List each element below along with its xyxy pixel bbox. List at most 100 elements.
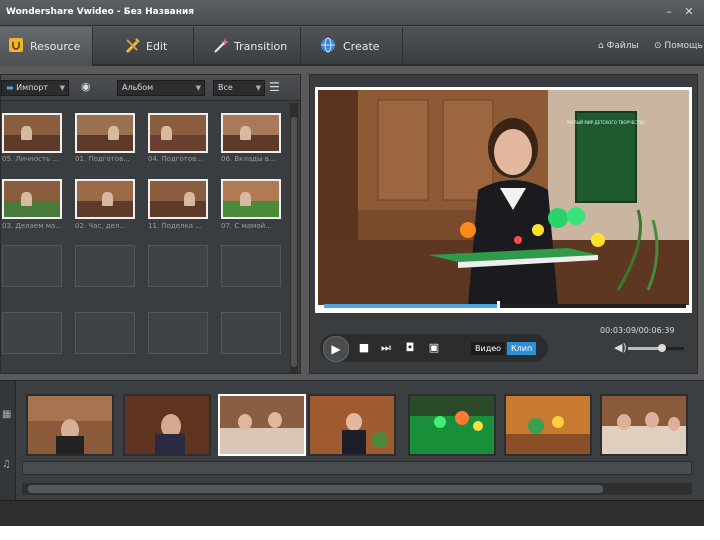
empty-slot [2, 312, 62, 354]
clip-thumbnail [220, 396, 304, 454]
next-frame-button[interactable]: ⏭ [378, 340, 394, 356]
board-text: МИЛЫЙ МИР ДЕТСКОГО ТВОРЧЕСТВА [567, 120, 645, 125]
media-caption: 05. Личность ... [2, 155, 60, 163]
help-link[interactable]: ⊙ Помощь [654, 41, 703, 51]
timeline-clip[interactable] [408, 394, 496, 456]
close-button[interactable]: ✕ [682, 5, 696, 19]
media-caption: 11. Поделка ... [148, 222, 202, 230]
timeline-clip[interactable] [504, 394, 592, 456]
progress-handle[interactable] [496, 301, 500, 311]
media-caption: 03. Делаем ма... [2, 222, 62, 230]
camera-record-button[interactable]: ◉ [81, 80, 95, 94]
home-icon: ⌂ [598, 41, 604, 51]
media-thumbnail[interactable] [221, 113, 281, 153]
media-thumbnail[interactable] [148, 179, 208, 219]
fast-forward-icon: ⏭ [381, 341, 391, 354]
clip-thumbnail [602, 396, 686, 454]
empty-slot [148, 312, 208, 354]
empty-slot [221, 312, 281, 354]
snapshot-button[interactable]: ◘ [402, 340, 418, 356]
scrollbar-thumb[interactable] [28, 485, 603, 493]
resource-icon [9, 38, 23, 52]
timeline-clip[interactable] [26, 394, 114, 456]
track-labels: ▦ ♫ [0, 381, 16, 501]
timeline-clip[interactable] [600, 394, 688, 456]
media-caption: 01. Подготов... [75, 155, 130, 163]
timeline-clip[interactable] [308, 394, 396, 456]
tab-label: Transition [234, 40, 288, 53]
volume-icon[interactable]: ◀) [614, 341, 627, 354]
empty-slot [75, 312, 135, 354]
sort-button[interactable]: ☰ [269, 79, 285, 95]
sort-icon: ☰ [269, 80, 280, 94]
preview-panel: МИЛЫЙ МИР ДЕТСКОГО ТВОРЧЕСТВА 00:03:09/0… [309, 74, 698, 374]
minimize-button[interactable]: – [662, 5, 676, 19]
empty-slot [148, 245, 208, 287]
timeline-clip[interactable] [123, 394, 211, 456]
tab-create[interactable]: Create [302, 27, 403, 66]
chevron-down-icon: ▼ [59, 84, 65, 92]
filter-label: Все [218, 83, 233, 92]
page-margin [0, 526, 720, 540]
webcam-icon: ◉ [81, 80, 91, 93]
scrollbar-thumb[interactable] [291, 117, 297, 367]
play-button[interactable]: ▶ [323, 336, 349, 362]
title-bar: Wondershare Vwideo - Без Названия – ✕ [0, 0, 704, 26]
album-dropdown[interactable]: Альбом ▼ [117, 80, 205, 96]
video-track-icon: ▦ [2, 409, 12, 420]
fullscreen-button[interactable]: ▣ [426, 340, 442, 356]
media-caption: 07. С мамой... [221, 222, 272, 230]
window-title: Wondershare Vwideo - Без Названия [6, 7, 195, 17]
clip-thumbnail [410, 396, 494, 454]
play-icon: ▶ [331, 342, 341, 356]
media-caption: 02. Час, дел... [75, 222, 127, 230]
media-thumbnail[interactable] [2, 179, 62, 219]
audio-track[interactable] [22, 461, 692, 475]
media-thumbnail[interactable] [2, 113, 62, 153]
stop-button[interactable]: ■ [356, 340, 372, 356]
video-preview[interactable]: МИЛЫЙ МИР ДЕТСКОГО ТВОРЧЕСТВА [315, 87, 692, 313]
help-icon: ⊙ [654, 41, 662, 51]
media-thumbnail[interactable] [148, 113, 208, 153]
media-scrollbar[interactable] [290, 103, 298, 373]
import-label: Импорт [16, 83, 48, 92]
media-thumbnail[interactable] [75, 179, 135, 219]
magic-wand-icon [214, 38, 229, 53]
media-thumbnail[interactable] [75, 113, 135, 153]
mode-clip-button[interactable]: Клип [507, 342, 537, 355]
camera-icon: ◘ [405, 341, 415, 354]
timeline-scrollbar[interactable] [22, 483, 692, 495]
tab-resource[interactable]: Resource [0, 27, 93, 66]
import-dropdown[interactable]: ▬ Импорт ▼ [1, 80, 69, 96]
tab-transition[interactable]: Transition [195, 27, 301, 66]
tab-label: Create [343, 40, 380, 53]
clip-thumbnail [125, 396, 209, 454]
media-library-panel: ▬ Импорт ▼ ◉ Альбом ▼ Все ▼ ☰ 05. Личнос… [0, 74, 301, 374]
filter-dropdown[interactable]: Все ▼ [213, 80, 265, 96]
files-link[interactable]: ⌂ Файлы [598, 41, 639, 51]
time-display: 00:03:09/00:06:39 [600, 326, 675, 335]
chevron-down-icon: ▼ [255, 84, 261, 92]
tab-label: Resource [30, 40, 81, 53]
clip-thumbnail [310, 396, 394, 454]
music-track-icon: ♫ [2, 459, 11, 470]
empty-slot [75, 245, 135, 287]
status-bar [0, 500, 704, 526]
library-toolbar: ▬ Импорт ▼ ◉ Альбом ▼ Все ▼ ☰ [1, 75, 300, 101]
playback-progress[interactable] [324, 301, 686, 311]
help-link-label: Помощь [664, 41, 703, 51]
volume-slider[interactable] [628, 344, 684, 352]
empty-slot [221, 245, 281, 287]
import-icon: ▬ [6, 83, 14, 92]
media-caption: 04. Подготов... [148, 155, 203, 163]
volume-knob[interactable] [657, 344, 666, 352]
tab-label: Edit [146, 40, 168, 53]
media-thumbnail[interactable] [221, 179, 281, 219]
mode-video-button[interactable]: Видео [471, 342, 506, 355]
album-label: Альбом [122, 83, 154, 92]
preview-image: МИЛЫЙ МИР ДЕТСКОГО ТВОРЧЕСТВА [318, 90, 689, 305]
timeline-clip[interactable] [218, 394, 306, 456]
tab-edit[interactable]: Edit [94, 27, 194, 66]
storyboard-timeline: ▦ ♫ [0, 380, 704, 501]
edit-icon [126, 38, 140, 53]
